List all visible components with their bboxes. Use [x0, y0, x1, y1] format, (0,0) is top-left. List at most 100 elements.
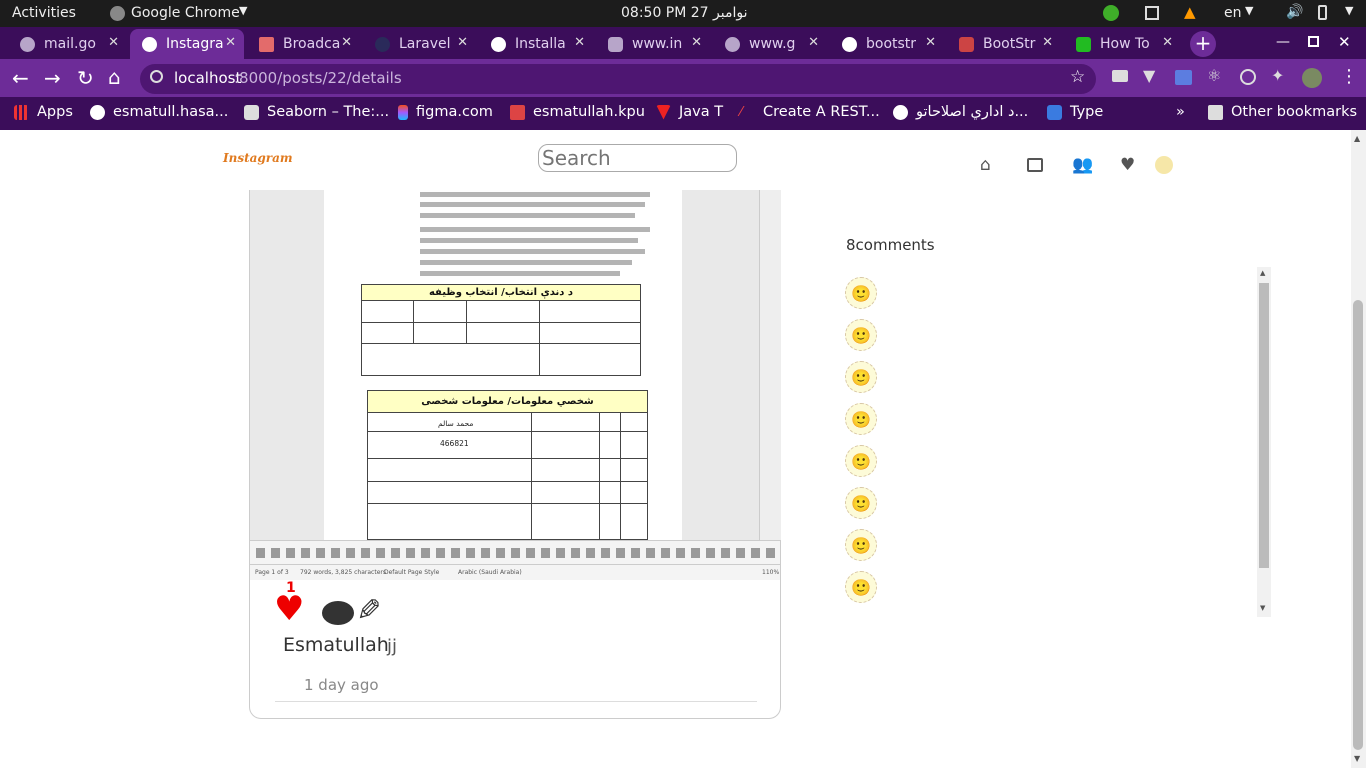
comments-scrollbar[interactable]: ▲ ▼	[1257, 267, 1271, 617]
tab-mail[interactable]: mail.go ✕	[8, 29, 127, 59]
globe-icon	[893, 104, 908, 120]
vlc-icon[interactable]: ▲	[1184, 3, 1196, 21]
tab-installation[interactable]: Installa ✕	[479, 29, 593, 59]
close-icon[interactable]: ✕	[574, 35, 585, 50]
bookmark-figma[interactable]: figma.com	[398, 97, 493, 127]
heart-icon[interactable]: ♥	[274, 592, 304, 626]
close-icon[interactable]: ✕	[808, 35, 819, 50]
battery-icon[interactable]	[1318, 5, 1327, 20]
edit-icon[interactable]: ✎	[350, 596, 385, 621]
close-icon[interactable]: ✕	[691, 35, 702, 50]
bookmark-star-icon[interactable]: ☆	[1070, 67, 1085, 87]
comment-avatar[interactable]: 🙂	[845, 529, 877, 561]
explore-icon[interactable]	[1027, 158, 1043, 172]
camera-extension-icon[interactable]	[1112, 70, 1128, 82]
w3schools-icon	[1076, 36, 1091, 52]
home-icon[interactable]: ⌂	[108, 65, 121, 89]
instagram-icon	[608, 36, 623, 52]
forward-icon[interactable]: →	[44, 66, 61, 90]
clock[interactable]: 08:50 PM 27 نوامبر	[621, 5, 748, 21]
typeform-icon	[1047, 104, 1062, 120]
heart-icon[interactable]: ♥	[1120, 155, 1135, 175]
language-indicator[interactable]: en	[1224, 5, 1242, 21]
close-window-button[interactable]: ✕	[1338, 33, 1351, 51]
tab-www-g[interactable]: www.g ✕	[713, 29, 827, 59]
search-input[interactable]	[538, 144, 737, 172]
document-toolbar	[250, 540, 780, 564]
maximize-button[interactable]	[1308, 36, 1319, 47]
profile-avatar[interactable]	[1155, 156, 1173, 174]
scrollbar-thumb[interactable]	[1259, 283, 1269, 568]
comment-avatar[interactable]: 🙂	[845, 361, 877, 393]
update-icon[interactable]	[1103, 5, 1119, 21]
system-top-bar: Activities Google Chrome ▼ 08:50 PM 27 ن…	[0, 0, 1366, 27]
tab-bootstrap[interactable]: bootstr ✕	[830, 29, 944, 59]
tab-how-to[interactable]: How To ✕	[1064, 29, 1181, 59]
profile-avatar[interactable]	[1302, 68, 1322, 88]
laravel-icon	[259, 36, 274, 52]
gmail-icon	[510, 104, 525, 120]
bookmark-create-rest[interactable]: ⁄ Create A REST...	[740, 97, 880, 127]
activities-button[interactable]: Activities	[12, 5, 76, 21]
new-tab-button[interactable]: +	[1190, 31, 1216, 57]
comment-avatar[interactable]: 🙂	[845, 403, 877, 435]
close-icon[interactable]: ✕	[108, 35, 119, 50]
back-icon[interactable]: ←	[12, 66, 29, 90]
bookmark-type[interactable]: Type	[1047, 97, 1103, 127]
tab-broadcast[interactable]: Broadca ✕	[247, 29, 360, 59]
puzzle-icon[interactable]: ✦	[1271, 66, 1284, 85]
page-scrollbar[interactable]: ▲ ▼	[1351, 130, 1366, 768]
folder-icon	[1208, 104, 1223, 120]
site-logo[interactable]: Instagram	[223, 151, 293, 165]
close-icon[interactable]: ✕	[1042, 35, 1053, 50]
chevron-down-icon: ▼	[239, 4, 248, 17]
tab-laravel[interactable]: Laravel ✕	[363, 29, 476, 59]
google-icon	[842, 36, 857, 52]
comment-avatar[interactable]: 🙂	[845, 277, 877, 309]
close-icon[interactable]: ✕	[1162, 35, 1173, 50]
post-time: 1 day ago	[304, 676, 379, 694]
reload-icon[interactable]: ↻	[77, 66, 94, 90]
clipboard-icon[interactable]	[1145, 6, 1159, 20]
bookmark-admin-reform[interactable]: د اداري اصلاحاتو...	[893, 97, 1028, 127]
users-icon[interactable]: 👥	[1072, 155, 1093, 175]
comment-avatar[interactable]: 🙂	[845, 445, 877, 477]
menu-icon[interactable]: ⋮	[1340, 66, 1358, 87]
address-bar[interactable]: localhost :8000/posts/22/details ☆	[140, 64, 1096, 94]
bookmark-apps[interactable]: Apps	[14, 97, 73, 127]
post-author[interactable]: Esmatullah	[283, 634, 389, 656]
close-icon[interactable]: ✕	[341, 35, 352, 50]
comment-avatar[interactable]: 🙂	[845, 487, 877, 519]
close-icon[interactable]: ✕	[225, 35, 236, 50]
status-style: Default Page Style	[384, 569, 440, 576]
comment-avatar[interactable]: 🙂	[845, 319, 877, 351]
vue-extension-icon[interactable]: ▼	[1143, 66, 1155, 85]
url-host: localhost	[174, 69, 242, 87]
scroll-up-arrow: ▲	[1354, 134, 1361, 143]
close-icon[interactable]: ✕	[457, 35, 468, 50]
comment-avatar[interactable]: 🙂	[845, 571, 877, 603]
bookmark-esmatullah-kpu[interactable]: esmatullah.kpu	[510, 97, 645, 127]
tab-www-in[interactable]: www.in ✕	[596, 29, 710, 59]
bookmark-gmail[interactable]: esmatull.hasa...	[90, 97, 228, 127]
minimize-button[interactable]: —	[1276, 34, 1290, 50]
tab-instagram[interactable]: Instagra ✕	[130, 29, 244, 59]
status-words: 792 words, 3,825 characters	[300, 569, 386, 576]
extension-icon[interactable]	[1240, 69, 1256, 85]
home-icon[interactable]: ⌂	[980, 155, 991, 175]
scrollbar-thumb[interactable]	[1353, 300, 1363, 750]
bookmark-seaborn[interactable]: Seaborn – The:...	[244, 97, 389, 127]
bookmark-java[interactable]: Java T	[656, 97, 723, 127]
info-icon[interactable]	[150, 70, 163, 83]
tab-bootstr[interactable]: BootStr ✕	[947, 29, 1061, 59]
translate-extension-icon[interactable]	[1175, 70, 1192, 85]
volume-icon[interactable]: 🔊	[1286, 4, 1303, 20]
react-extension-icon[interactable]: ⚛	[1207, 66, 1221, 85]
status-zoom: 110%	[762, 569, 780, 576]
table-title: شخصي معلومات/ معلومات شخصی	[368, 391, 647, 413]
close-icon[interactable]: ✕	[925, 35, 936, 50]
app-menu[interactable]: Google Chrome	[131, 5, 240, 21]
bookmarks-overflow[interactable]: »	[1176, 97, 1185, 127]
bookmark-other[interactable]: Other bookmarks	[1208, 97, 1357, 127]
personal-info-table: شخصي معلومات/ معلومات شخصی محمد سالم 466…	[367, 390, 648, 541]
